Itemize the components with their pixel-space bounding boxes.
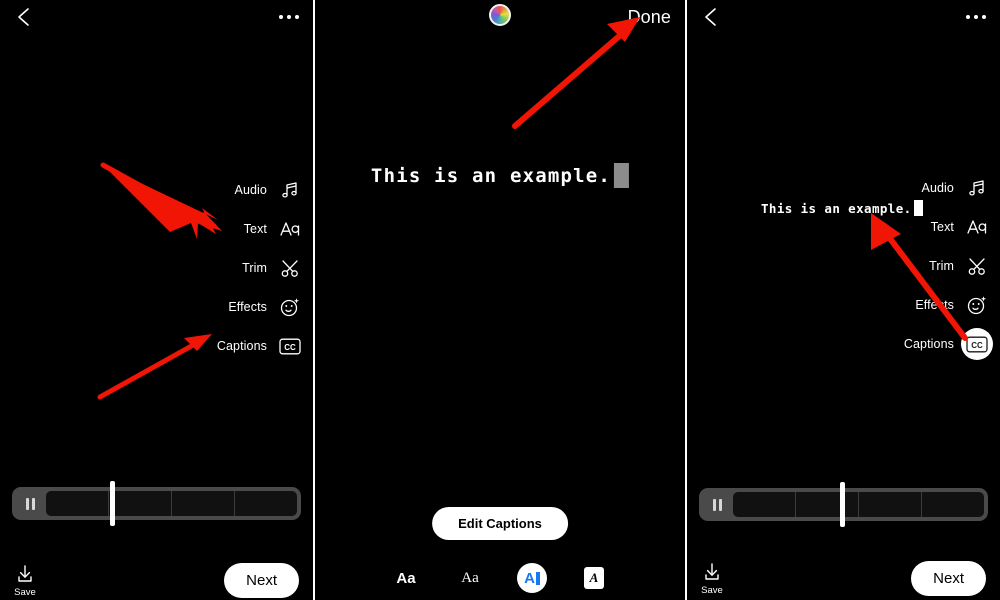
tool-text-label: Text (243, 222, 267, 236)
text-aa-icon[interactable] (277, 216, 303, 242)
timeline-segment (172, 491, 235, 516)
edit-captions-button[interactable]: Edit Captions (432, 507, 568, 540)
save-label: Save (701, 584, 723, 596)
tool-trim[interactable]: Trim (217, 255, 303, 281)
effects-smiley-icon[interactable] (964, 292, 990, 318)
timeline-segment (796, 492, 859, 517)
panel3-bottom-bar: Save Next (687, 543, 1000, 600)
panel1-topbar (0, 0, 313, 34)
panel3-tool-menu: Audio Text Trim Effects Captions CC (904, 175, 990, 357)
tool-trim-label: Trim (242, 261, 267, 275)
arrow-to-captions (97, 334, 212, 400)
style-highlight-a-letter: A (524, 569, 535, 587)
panel1-tool-menu: Audio Text Trim Effects Captions CC (217, 177, 303, 359)
timeline-playhead[interactable] (840, 482, 845, 527)
timeline-segment (109, 491, 172, 516)
color-wheel-icon[interactable] (489, 4, 511, 26)
tool-trim[interactable]: Trim (904, 253, 990, 279)
text-aa-icon[interactable] (964, 214, 990, 240)
chevron-left-icon[interactable] (701, 6, 721, 28)
tool-audio[interactable]: Audio (904, 175, 990, 201)
svg-text:CC: CC (971, 341, 983, 350)
style-boxed-a-glyph: A (589, 570, 599, 585)
style-bold-aa-glyph: Aa (396, 569, 416, 587)
timeline-segment (733, 492, 796, 517)
tool-effects-label: Effects (228, 300, 267, 314)
save-button[interactable]: Save (14, 563, 36, 598)
style-boxed-a-button[interactable]: A (577, 561, 611, 595)
tool-captions-label: Captions (903, 337, 954, 351)
tool-audio-label: Audio (921, 181, 954, 195)
style-highlight-a-glyph: A (524, 570, 540, 587)
scissors-icon[interactable] (277, 255, 303, 281)
next-button[interactable]: Next (224, 562, 299, 598)
panel1-bottom-bar: Save Next (0, 545, 313, 600)
screenshot-root: Audio Text Trim Effects Captions CC Save… (0, 0, 1000, 600)
panel-editor-menu: Audio Text Trim Effects Captions CC Save… (0, 0, 313, 600)
svg-text:CC: CC (284, 343, 296, 352)
pause-icon[interactable] (703, 490, 731, 519)
download-icon (705, 562, 719, 580)
tool-captions[interactable]: Captions CC (904, 331, 990, 357)
timeline-segment (235, 491, 297, 516)
style-serif-aa-button[interactable]: Aa (453, 561, 487, 595)
music-note-icon[interactable] (964, 175, 990, 201)
text-style-bar: Aa Aa A A (315, 558, 685, 598)
timeline-segment (46, 491, 109, 516)
tool-text[interactable]: Text (904, 214, 990, 240)
done-button[interactable]: Done (628, 7, 671, 28)
save-label: Save (14, 586, 36, 598)
closed-caption-icon[interactable]: CC (277, 333, 303, 359)
download-icon (18, 564, 32, 582)
timeline-segment (922, 492, 984, 517)
timeline-scrubber[interactable] (12, 487, 301, 520)
save-button[interactable]: Save (701, 561, 723, 596)
music-note-icon[interactable] (277, 177, 303, 203)
text-overlay-value: This is an example. (761, 200, 912, 216)
tool-effects[interactable]: Effects (904, 292, 990, 318)
effects-smiley-icon[interactable] (277, 294, 303, 320)
style-serif-aa-glyph: Aa (461, 569, 479, 586)
tool-captions-label: Captions (216, 339, 267, 353)
text-overlay-editor[interactable]: This is an example. (370, 163, 630, 188)
style-bold-aa-button[interactable]: Aa (389, 561, 423, 595)
chevron-left-icon[interactable] (14, 6, 34, 28)
tool-effects[interactable]: Effects (217, 294, 303, 320)
tool-captions[interactable]: Captions CC (217, 333, 303, 359)
pause-icon[interactable] (16, 489, 44, 518)
style-boxed-a-box: A (583, 567, 605, 589)
tool-audio[interactable]: Audio (217, 177, 303, 203)
panel3-topbar (687, 0, 1000, 34)
text-overlay-value: This is an example. (370, 164, 612, 187)
more-options-icon[interactable] (966, 15, 986, 19)
tool-text-label: Text (930, 220, 954, 234)
tool-text[interactable]: Text (217, 216, 303, 242)
timeline-track[interactable] (733, 492, 984, 517)
timeline-playhead[interactable] (110, 481, 115, 526)
closed-caption-icon[interactable]: CC (964, 331, 990, 357)
more-options-icon[interactable] (279, 15, 299, 19)
text-overlay[interactable]: This is an example. (761, 200, 923, 216)
tool-trim-label: Trim (929, 259, 954, 273)
style-highlight-a-button[interactable]: A (517, 563, 547, 593)
timeline-track[interactable] (46, 491, 297, 516)
next-button[interactable]: Next (911, 560, 986, 596)
scissors-icon[interactable] (964, 253, 990, 279)
text-cursor (614, 163, 630, 188)
tool-effects-label: Effects (915, 298, 954, 312)
timeline-segment (859, 492, 922, 517)
tool-audio-label: Audio (234, 183, 267, 197)
panel-text-entry: Done This is an example. Edit Captions A… (315, 0, 685, 600)
